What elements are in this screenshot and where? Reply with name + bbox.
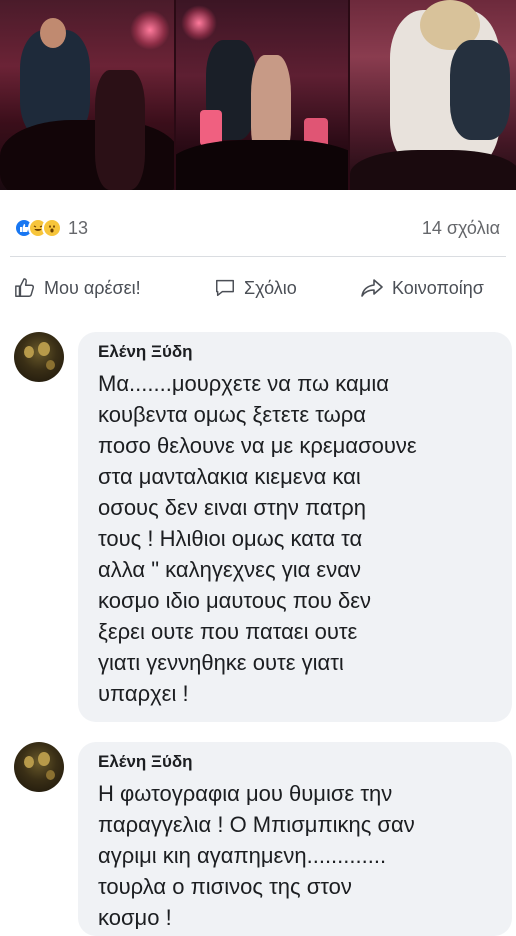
- photo-panel-2: [176, 0, 348, 190]
- comment-bubble: Ελένη Ξύδη Μα.......μουρχετε να πω καμια…: [78, 332, 512, 722]
- comment-bubble-icon: [216, 279, 234, 297]
- comment-text: Μα.......μουρχετε να πω καμια κουβεντα ο…: [98, 371, 417, 706]
- avatar[interactable]: [14, 742, 64, 792]
- share-label: Κοινοποίησ: [392, 277, 484, 298]
- post-photo[interactable]: [0, 0, 516, 190]
- avatar[interactable]: [14, 332, 64, 382]
- like-button[interactable]: Μου αρέσει!: [14, 277, 141, 299]
- comment-author[interactable]: Ελένη Ξύδη: [98, 752, 498, 772]
- like-label: Μου αρέσει!: [44, 277, 141, 298]
- comment-bubble: Ελένη Ξύδη Η φωτογραφια μου θυμισε την π…: [78, 742, 512, 936]
- reaction-count: 13: [68, 217, 89, 238]
- share-arrow-icon: [361, 279, 383, 297]
- reactions-summary[interactable]: 13: [14, 214, 88, 242]
- thumbs-up-icon: [15, 278, 35, 297]
- share-button[interactable]: Κοινοποίησ: [360, 277, 484, 299]
- comment-text: Η φωτογραφια μου θυμισε την παραγγελια !…: [98, 781, 415, 930]
- comment-button[interactable]: Σχόλιο: [214, 277, 297, 299]
- photo-panel-1: [0, 0, 174, 190]
- photo-panel-3: [350, 0, 516, 190]
- comment-author[interactable]: Ελένη Ξύδη: [98, 342, 498, 362]
- wow-reaction-icon: [42, 218, 62, 238]
- comments-count-link[interactable]: 14 σχόλια: [422, 214, 500, 242]
- divider: [10, 256, 506, 257]
- comment-label: Σχόλιο: [244, 277, 297, 298]
- post-actions: Μου αρέσει! Σχόλιο Κοινοποίησ: [0, 268, 516, 308]
